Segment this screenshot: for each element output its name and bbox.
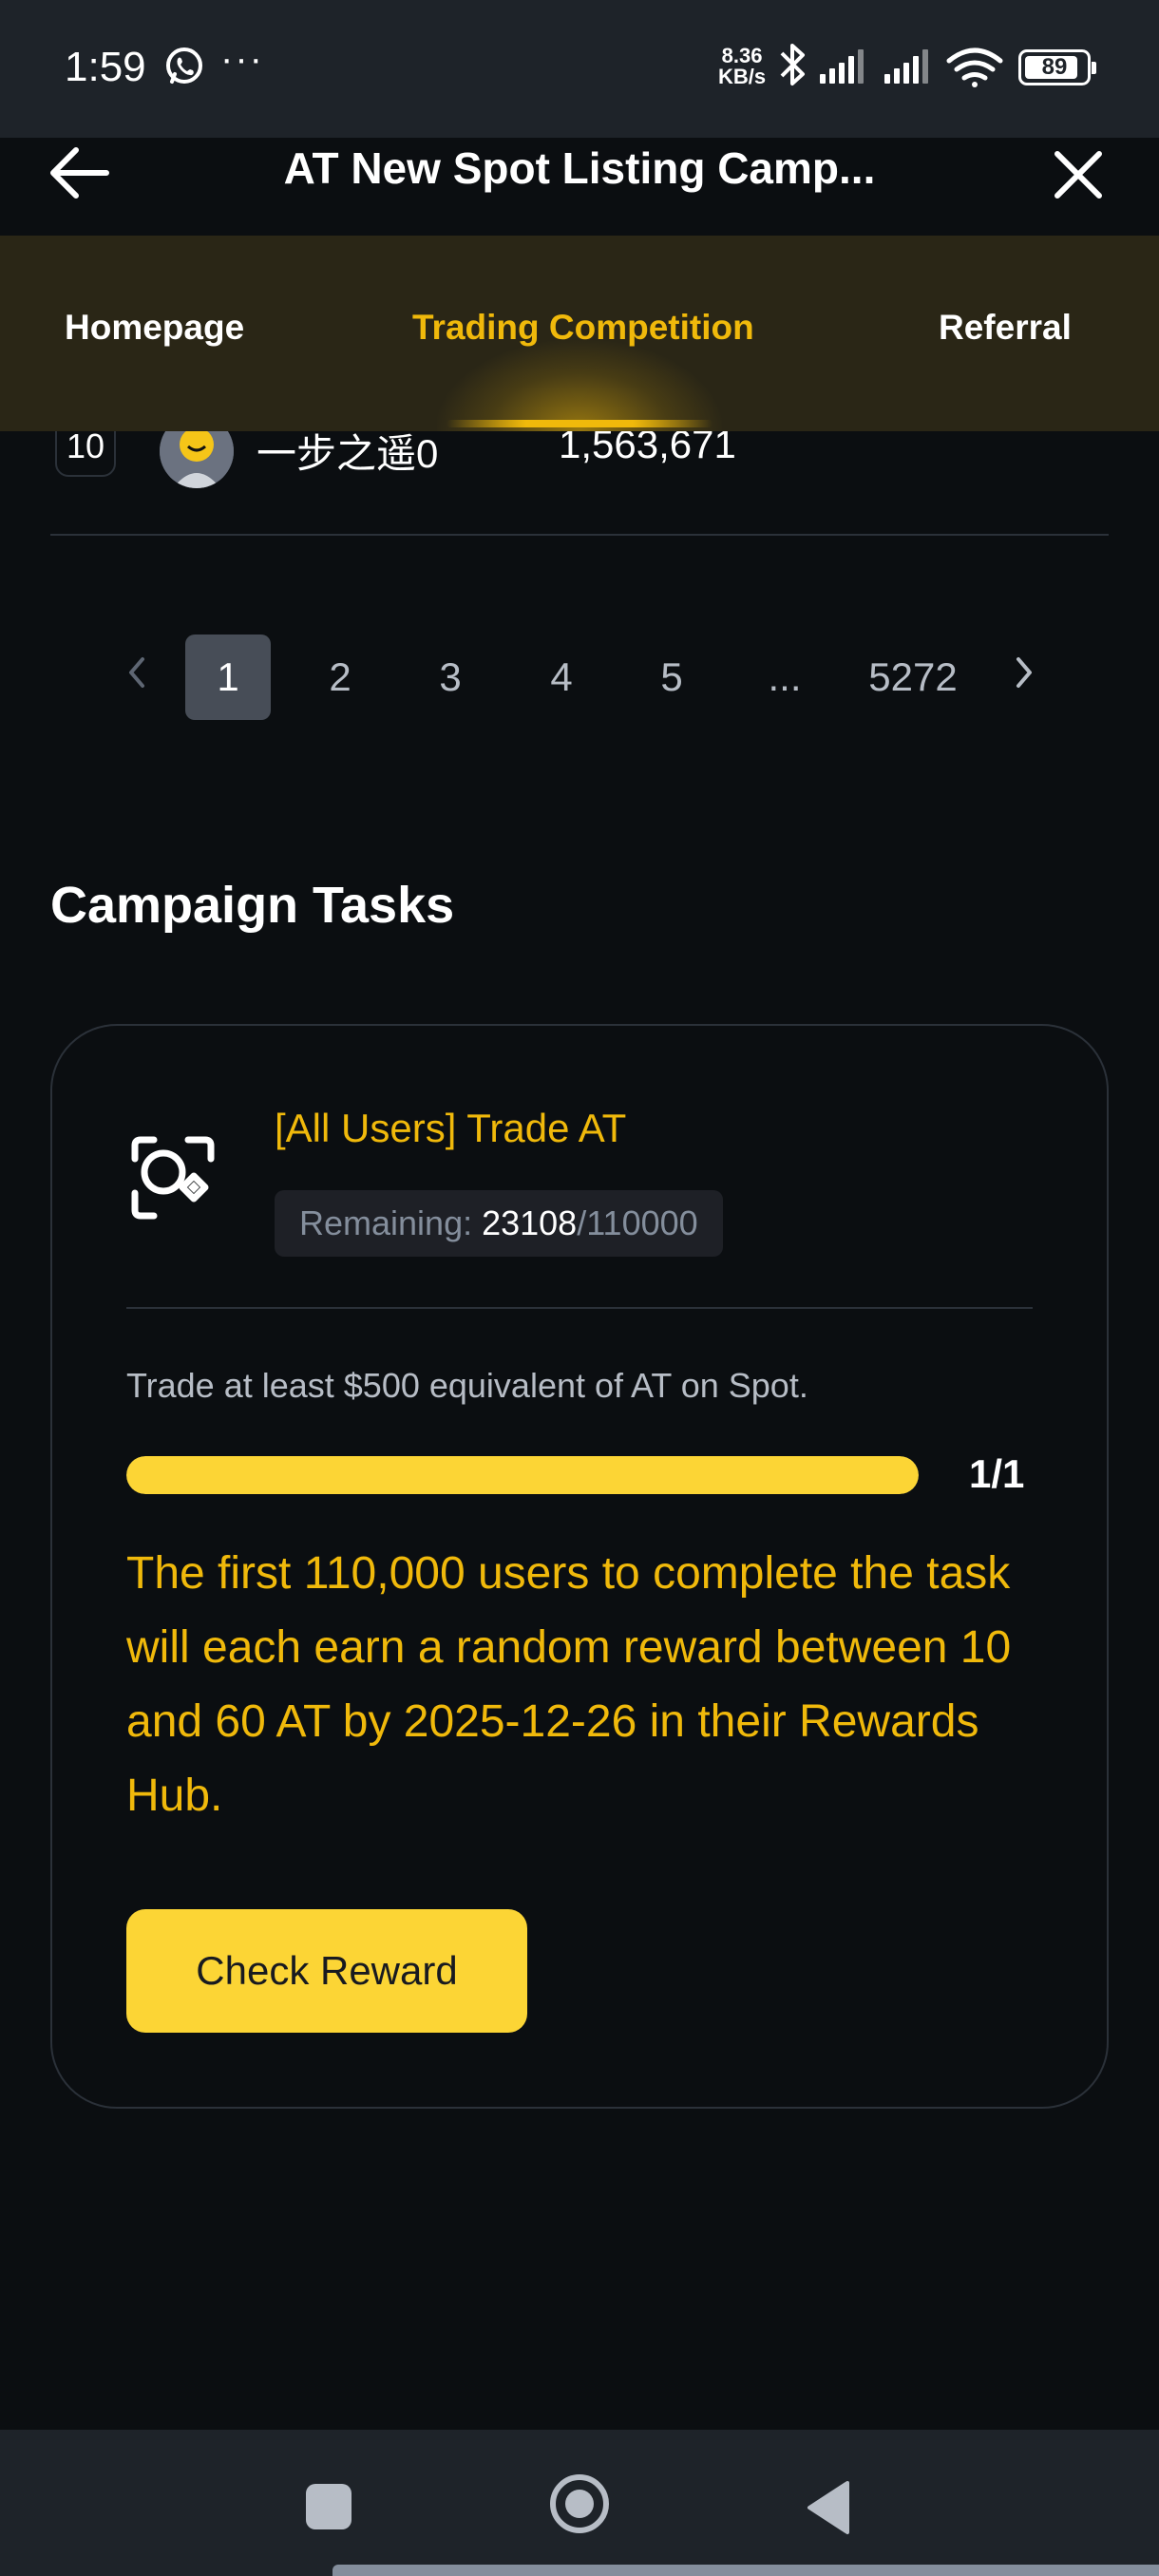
task-description: Trade at least $500 equivalent of AT on … xyxy=(126,1366,808,1405)
leaderboard-divider xyxy=(50,534,1109,536)
status-overflow-dots: ··· xyxy=(220,38,264,80)
task-divider xyxy=(126,1307,1033,1309)
active-tab-glow xyxy=(437,340,722,431)
battery-cap xyxy=(1092,62,1096,74)
recents-button[interactable] xyxy=(306,2484,352,2529)
page-4-button[interactable]: 4 xyxy=(523,635,599,720)
tab-bar: Homepage Trading Competition Referral xyxy=(0,236,1159,431)
page-5-button[interactable]: 5 xyxy=(634,635,710,720)
tab-referral[interactable]: Referral xyxy=(939,308,1072,348)
tab-homepage[interactable]: Homepage xyxy=(65,308,244,348)
pagination: 1 2 3 4 5 ... 5272 xyxy=(0,635,1159,720)
back-arrow-icon[interactable] xyxy=(48,146,112,199)
task-title: [All Users] Trade AT xyxy=(275,1106,627,1150)
status-time: 1:59 xyxy=(65,44,146,90)
tab-trading-competition[interactable]: Trading Competition xyxy=(412,308,754,348)
signal-icon-sim2 xyxy=(884,49,928,84)
whatsapp-icon xyxy=(166,47,202,84)
page-2-button[interactable]: 2 xyxy=(302,635,378,720)
status-bar: 1:59 ··· 8.36 KB/s 89 xyxy=(0,0,1159,138)
wifi-icon xyxy=(946,47,1003,87)
next-page-icon[interactable] xyxy=(1005,644,1043,701)
prev-page-icon[interactable] xyxy=(118,644,156,701)
system-nav-bar xyxy=(0,2430,1159,2576)
page-1-button[interactable]: 1 xyxy=(185,635,271,720)
remaining-label: Remaining: xyxy=(299,1203,483,1242)
page-title: AT New Spot Listing Camp... xyxy=(283,143,876,193)
task-progress-label: 1/1 xyxy=(969,1451,1025,1496)
status-icons xyxy=(780,44,1003,87)
page-3-button[interactable]: 3 xyxy=(412,635,488,720)
trade-task-icon xyxy=(131,1136,215,1220)
home-button-icon[interactable] xyxy=(547,2472,612,2536)
gesture-handle[interactable] xyxy=(332,2565,1159,2576)
remaining-badge: Remaining: 23108/110000 xyxy=(275,1190,723,1257)
page-last-button[interactable]: 5272 xyxy=(853,635,973,720)
page-ellipsis: ... xyxy=(768,654,802,699)
close-icon[interactable] xyxy=(1050,146,1107,203)
network-speed-unit: KB/s xyxy=(718,65,767,88)
check-reward-button[interactable]: Check Reward xyxy=(126,1909,527,2033)
battery-level: 89 xyxy=(1041,54,1068,80)
back-triangle-icon[interactable] xyxy=(804,2479,851,2536)
task-progress-fill xyxy=(126,1456,919,1494)
section-title-campaign-tasks: Campaign Tasks xyxy=(50,877,455,934)
reward-description: The first 110,000 users to complete the … xyxy=(126,1548,1012,1821)
remaining-current: 23108 xyxy=(482,1203,578,1242)
signal-icon-sim1 xyxy=(820,49,864,84)
battery-icon: 89 xyxy=(1018,49,1096,85)
active-tab-indicator xyxy=(446,420,712,427)
network-speed-value: 8.36 xyxy=(721,44,763,67)
bluetooth-icon xyxy=(780,44,805,85)
remaining-total: /110000 xyxy=(577,1203,698,1242)
network-speed: 8.36 KB/s xyxy=(718,46,766,87)
task-progress-bar xyxy=(126,1456,919,1494)
